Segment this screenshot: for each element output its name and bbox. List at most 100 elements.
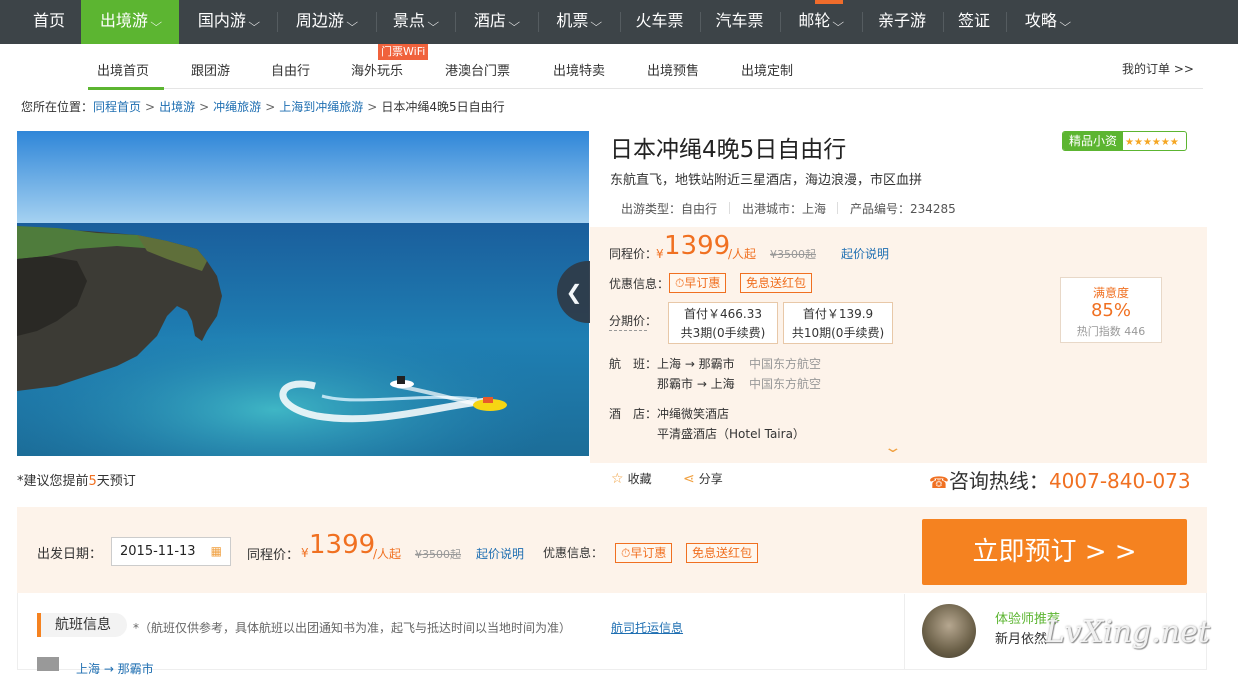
sub-nav-item[interactable]: 出境定制 — [741, 60, 793, 79]
product-subtitle: 东航直飞，地铁站附近三星酒店，海边浪漫，市区血拼 — [610, 173, 923, 188]
sub-nav-item[interactable]: 海外玩乐 — [351, 60, 403, 79]
top-nav-item[interactable]: 签证 — [943, 0, 1005, 44]
okinawa-coast-image — [17, 131, 589, 456]
top-nav-label: 签证 — [957, 11, 990, 30]
breadcrumb: 您所在位置：同程首页 > 出境游 > 冲绳旅游 > 上海到冲绳旅游 > 日本冲绳4晚5日自由行 — [21, 98, 505, 115]
installment-option-3[interactable]: 首付￥466.33 共3期(0手续费) — [668, 302, 778, 344]
top-nav-label: 酒店 — [473, 11, 506, 30]
installment-option-10[interactable]: 首付￥139.9 共10期(0手续费) — [783, 302, 893, 344]
top-nav-divider — [862, 12, 863, 32]
top-nav-item[interactable]: 国内游 ⌵ — [180, 0, 276, 44]
popularity-index: 热门指数 446 — [1076, 325, 1146, 338]
booking-price-explanation-link[interactable]: 起价说明 — [476, 545, 524, 562]
sub-nav-item[interactable]: 自由行 — [271, 60, 310, 79]
watermark: LvXing.net — [1045, 615, 1211, 650]
top-nav-label: 亲子游 — [877, 11, 926, 30]
booking-original-price: ¥3500起 — [415, 548, 461, 561]
currency-symbol: ¥ — [301, 546, 309, 560]
sub-nav-active-indicator — [88, 87, 164, 90]
top-nav-label: 机票 — [556, 11, 589, 30]
sub-nav-item[interactable]: 出境首页 — [97, 60, 149, 79]
share-label: 分享 — [698, 472, 723, 486]
top-nav-item[interactable]: 机票 ⌵ — [538, 0, 619, 44]
interest-free-tag[interactable]: 免息送红包 — [740, 273, 813, 293]
hot-indicator — [815, 0, 843, 4]
top-nav-divider — [376, 12, 377, 32]
chevron-down-icon: ⌵ — [248, 16, 260, 29]
breadcrumb-shanghai-okinawa[interactable]: 上海到冲绳旅游 — [279, 100, 363, 114]
promo-label: 优惠信息： — [609, 277, 670, 291]
installment-terms: 共10期(0手续费) — [791, 326, 885, 340]
flight-note-text: *（航班仅供参考，具体航班以出团通知书为准，起飞与抵达时间以当地时间为准） — [133, 621, 572, 635]
star-rating: ★★★★★★ — [1125, 137, 1179, 148]
flight-label: 航 班： — [609, 357, 658, 371]
meta-divider — [729, 202, 730, 214]
top-nav-item[interactable]: 亲子游 — [862, 0, 942, 44]
sub-nav-item[interactable]: 出境预售 — [647, 60, 699, 79]
breadcrumb-outbound[interactable]: 出境游 — [159, 100, 195, 114]
breadcrumb-home[interactable]: 同程首页 — [93, 100, 141, 114]
my-orders-link[interactable]: 我的订单 >> — [1122, 60, 1194, 77]
booking-promo-label: 优惠信息： — [543, 546, 604, 560]
booking-interest-free-tag[interactable]: 免息送红包 — [686, 543, 759, 563]
top-nav-label: 周边游 — [295, 11, 344, 30]
star-icon: ☆ — [611, 471, 624, 487]
top-nav-label: 首页 — [32, 11, 65, 30]
chevron-down-icon: ⌵ — [832, 16, 845, 29]
hotline-number: 4007-840-073 — [1048, 469, 1191, 493]
price-explanation-link[interactable]: 起价说明 — [841, 245, 889, 262]
sub-nav-item[interactable]: 港澳台门票 — [445, 60, 510, 79]
flight-route-return: 那霸市 → 上海 — [657, 377, 735, 391]
top-nav-item[interactable]: 邮轮 ⌵ — [780, 0, 861, 44]
top-nav-item[interactable]: 出境游 ⌵ — [81, 0, 179, 44]
date-value: 2015-11-13 — [120, 544, 196, 559]
baggage-info-link[interactable]: 航司托运信息 — [611, 621, 683, 635]
top-nav-item[interactable]: 火车票 — [620, 0, 699, 44]
flight-row-icon — [37, 657, 59, 671]
breadcrumb-okinawa[interactable]: 冲绳旅游 — [213, 100, 261, 114]
breadcrumb-sep: > — [367, 100, 378, 114]
top-nav-item[interactable]: 汽车票 — [700, 0, 779, 44]
recommender-avatar[interactable] — [922, 604, 976, 658]
top-nav-divider — [538, 12, 539, 32]
product-photo[interactable] — [17, 131, 589, 456]
top-nav-item[interactable]: 景点 ⌵ — [376, 0, 454, 44]
breadcrumb-sep: > — [145, 100, 156, 114]
top-nav-item[interactable]: 首页 — [18, 0, 80, 44]
chevron-down-icon: ⌵ — [150, 16, 162, 29]
recommender-name[interactable]: 新月依然 — [995, 628, 1047, 647]
breadcrumb-current: 日本冲绳4晚5日自由行 — [381, 100, 505, 114]
price-unit: /人起 — [728, 247, 757, 261]
chevron-down-icon: ⌵ — [346, 16, 358, 29]
chevron-down-icon: ⌵ — [508, 16, 520, 29]
chevron-down-icon: ⌵ — [427, 16, 439, 29]
top-nav-item[interactable]: 酒店 ⌵ — [455, 0, 537, 44]
top-nav-label: 出境游 — [99, 11, 148, 30]
departure-date-input[interactable]: 2015-11-13 ▦ — [111, 537, 231, 566]
top-nav-label: 攻略 — [1024, 11, 1057, 30]
sub-nav-item[interactable]: 跟团游 — [191, 60, 230, 79]
top-nav-item[interactable]: 周边游 ⌵ — [277, 0, 375, 44]
booking-price-label: 同程价： — [247, 548, 300, 563]
meta-travel-type: 出游类型：自由行 — [621, 202, 718, 216]
share-button[interactable]: ⋖ 分享 — [683, 470, 723, 487]
tip-days: 5 — [88, 474, 97, 489]
favorite-button[interactable]: ☆ 收藏 — [611, 470, 652, 487]
installment-first-payment: 首付￥466.33 — [684, 307, 762, 321]
flight-info-heading: 航班信息 — [37, 613, 127, 637]
booking-early-bird-tag[interactable]: ⏱早订惠 — [615, 543, 673, 563]
booking-tip: *建议您提前5天预订 — [17, 470, 136, 489]
early-bird-tag[interactable]: ⏱早订惠 — [669, 273, 727, 293]
booking-price-value: 1399 — [309, 530, 376, 560]
product-title: 日本冲绳4晚5日自由行 — [610, 137, 847, 163]
installment-first-payment: 首付￥139.9 — [802, 307, 874, 321]
sub-nav-item[interactable]: 出境特卖 — [553, 60, 605, 79]
flight-row-route: 上海 → 那霸市 — [76, 662, 154, 676]
chevron-down-icon: ⌵ — [590, 16, 603, 29]
chevron-down-icon[interactable]: ⌄ — [883, 440, 902, 456]
breadcrumb-sep: > — [199, 100, 210, 114]
top-nav-item[interactable]: 攻略 ⌵ — [1006, 0, 1088, 44]
book-now-button[interactable]: 立即预订 > > — [922, 519, 1187, 585]
satisfaction-label: 满意度 — [1092, 286, 1129, 300]
top-nav-label: 景点 — [392, 11, 425, 30]
